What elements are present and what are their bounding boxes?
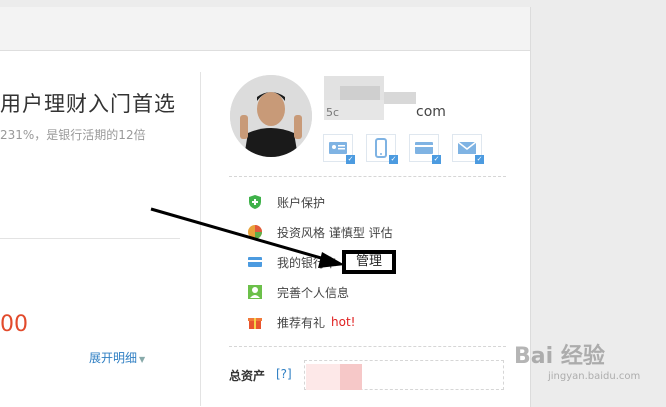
product-title: 用户理财入门首选 bbox=[0, 92, 176, 116]
pie-chart-icon bbox=[247, 224, 263, 240]
expand-details-label: 展开明细 bbox=[89, 351, 138, 365]
baidu-watermark-url: jingyan.baidu.com bbox=[548, 371, 641, 382]
total-assets-help-link[interactable]: [?] bbox=[276, 367, 292, 381]
menu-label: 投资风格 谨慎型 评估 bbox=[277, 225, 393, 240]
dashed-divider bbox=[229, 176, 506, 177]
email-prefix: 5c bbox=[326, 106, 340, 119]
gift-icon bbox=[247, 314, 263, 330]
avatar[interactable] bbox=[230, 75, 312, 157]
divider bbox=[0, 238, 180, 239]
id-card-icon[interactable]: ✓ bbox=[323, 134, 355, 164]
value-blur bbox=[340, 364, 362, 390]
check-icon: ✓ bbox=[475, 155, 484, 164]
hot-badge: hot! bbox=[331, 315, 356, 329]
product-amount: 00 bbox=[0, 312, 28, 337]
top-bar bbox=[0, 7, 530, 51]
check-icon: ✓ bbox=[346, 155, 355, 164]
mail-icon[interactable]: ✓ bbox=[452, 134, 484, 164]
menu-investment-style[interactable]: 投资风格 谨慎型 评估 bbox=[247, 223, 393, 241]
avatar-photo bbox=[230, 75, 312, 157]
total-assets-label: 总资产 bbox=[229, 369, 266, 383]
menu-complete-info[interactable]: 完善个人信息 bbox=[247, 283, 349, 301]
user-profile-icon bbox=[247, 284, 263, 300]
email-blur bbox=[384, 92, 416, 104]
baidu-watermark: Bai 经验 bbox=[514, 344, 605, 369]
phone-icon[interactable]: ✓ bbox=[366, 134, 398, 164]
menu-label: 推荐有礼 bbox=[277, 315, 326, 330]
column-divider bbox=[200, 72, 201, 406]
menu-label: 账户保护 bbox=[277, 195, 326, 210]
caret-down-icon: ▼ bbox=[139, 355, 146, 364]
menu-label: 我的银行卡 bbox=[277, 255, 338, 270]
check-icon: ✓ bbox=[389, 155, 398, 164]
manage-link[interactable]: 管理 bbox=[342, 250, 396, 274]
dashed-divider bbox=[229, 346, 506, 347]
menu-referral[interactable]: 推荐有礼 hot! bbox=[247, 313, 355, 331]
product-subtitle: 231%，是银行活期的12倍 bbox=[0, 128, 146, 142]
menu-account-protection[interactable]: 账户保护 bbox=[247, 193, 325, 211]
bank-card-icon[interactable]: ✓ bbox=[409, 134, 441, 164]
email-suffix: com bbox=[416, 104, 446, 120]
expand-details-link[interactable]: 展开明细 ▼ bbox=[89, 349, 145, 366]
shield-icon bbox=[247, 194, 263, 210]
menu-my-bank-card[interactable]: 我的银行卡 bbox=[247, 253, 337, 271]
check-icon: ✓ bbox=[432, 155, 441, 164]
bank-card-icon bbox=[247, 254, 263, 270]
menu-label: 完善个人信息 bbox=[277, 285, 350, 300]
